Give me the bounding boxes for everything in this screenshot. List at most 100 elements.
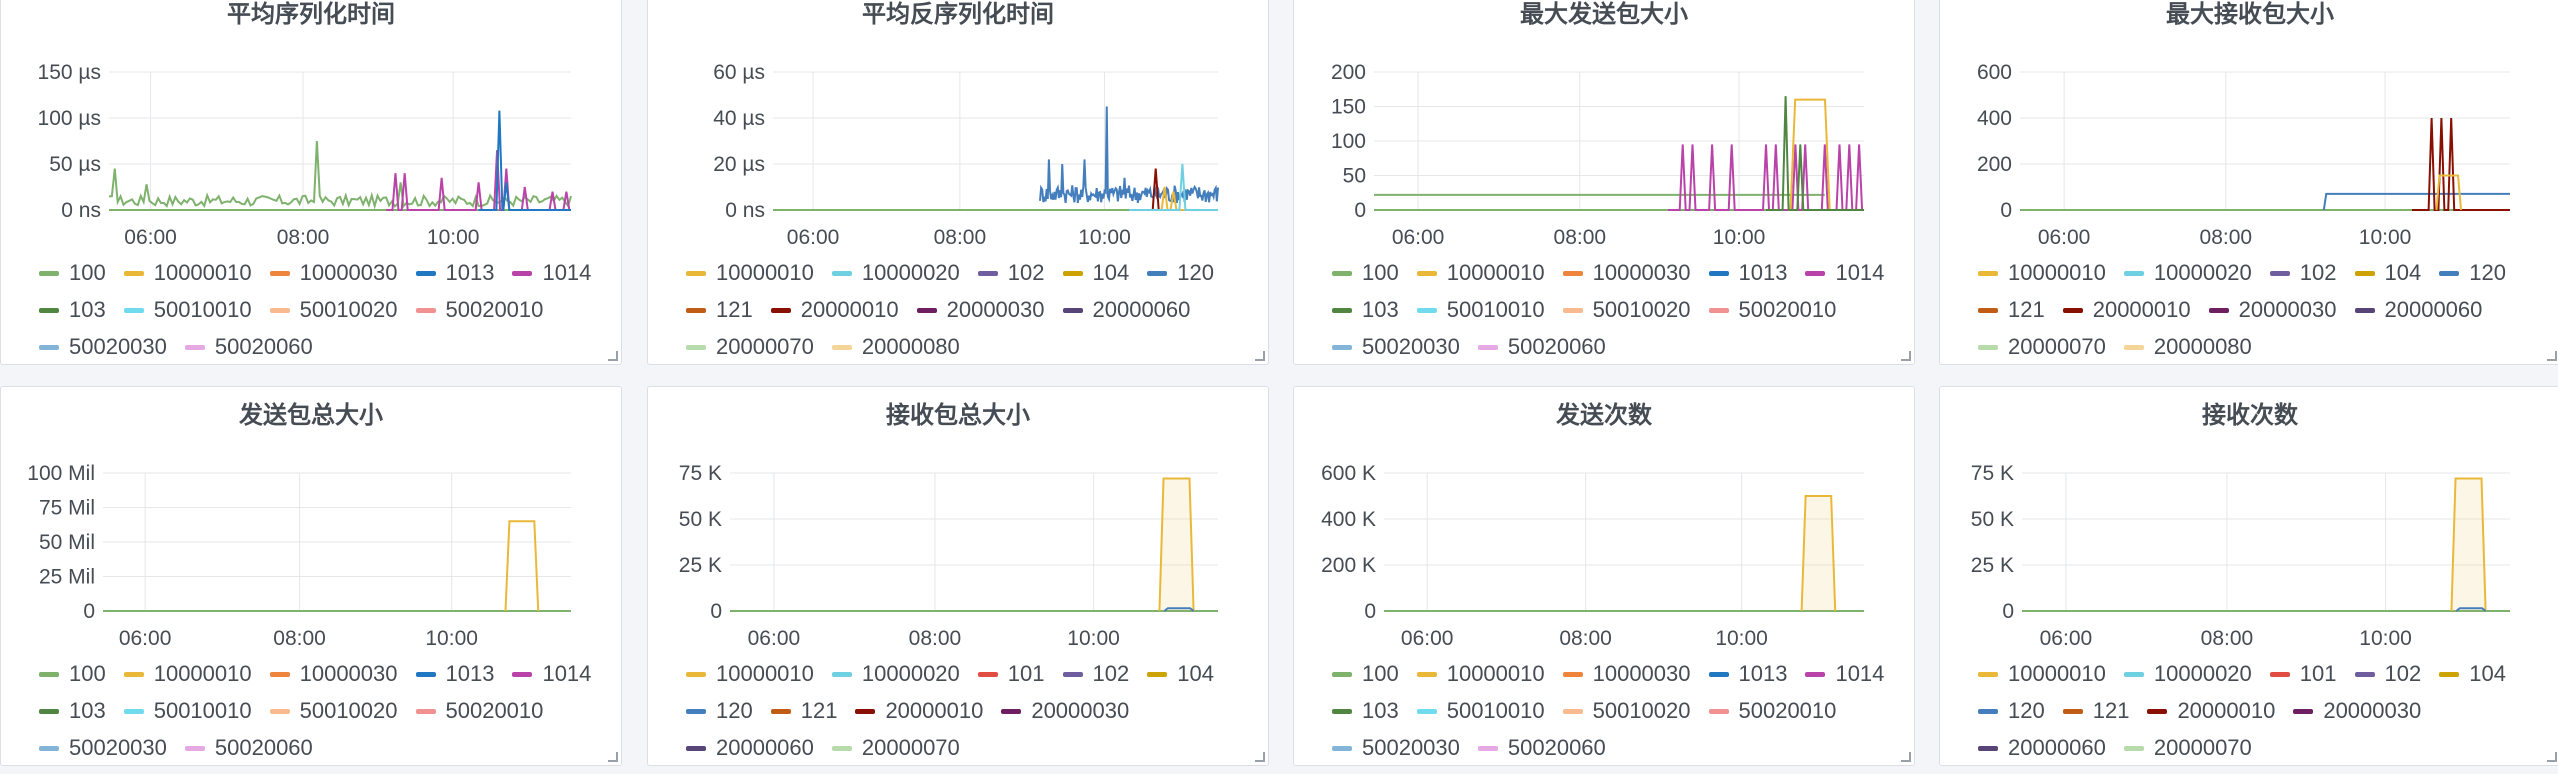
resize-handle[interactable] bbox=[2547, 351, 2557, 361]
legend-item[interactable]: 101 bbox=[977, 655, 1045, 692]
legend-item[interactable]: 100 bbox=[1332, 655, 1399, 692]
legend-item[interactable]: 50010020 bbox=[269, 692, 398, 729]
legend-item[interactable]: 10000010 bbox=[1978, 254, 2106, 291]
legend-item[interactable]: 10000020 bbox=[2123, 655, 2252, 692]
legend-item[interactable]: 104 bbox=[2439, 655, 2506, 692]
legend-item[interactable]: 103 bbox=[39, 692, 106, 729]
panel[interactable]: 接收次数 75 K 50 K 25 K 0 06:00 08:00 10:00 10000010… bbox=[1939, 386, 2558, 766]
resize-handle[interactable] bbox=[1901, 351, 1911, 361]
panel[interactable]: 最大接收包大小 600 400 200 0 06:00 08:00 10:00 10000010… bbox=[1939, 0, 2558, 365]
resize-handle[interactable] bbox=[1255, 351, 1265, 361]
resize-handle[interactable] bbox=[608, 351, 618, 361]
legend-item[interactable]: 104 bbox=[1147, 655, 1214, 692]
legend-item[interactable]: 121 bbox=[686, 291, 753, 328]
legend-item[interactable]: 120 bbox=[2439, 254, 2506, 291]
legend-item[interactable]: 50020060 bbox=[1477, 328, 1606, 364]
legend-item[interactable]: 103 bbox=[1332, 291, 1399, 328]
legend-item[interactable]: 10000010 bbox=[123, 254, 252, 291]
panel[interactable]: 平均反序列化时间 60 µs 40 µs 20 µs 0 ns 06:00 08:00 10:… bbox=[647, 0, 1269, 365]
legend-item[interactable]: 50020010 bbox=[1708, 692, 1836, 729]
legend-item[interactable]: 10000020 bbox=[831, 254, 960, 291]
legend-item[interactable]: 120 bbox=[686, 692, 753, 729]
legend-item[interactable]: 50020030 bbox=[39, 729, 167, 765]
legend-item[interactable]: 121 bbox=[1978, 291, 2045, 328]
legend-item[interactable]: 20000060 bbox=[686, 729, 814, 765]
legend-item[interactable]: 50020010 bbox=[415, 692, 543, 729]
legend-item[interactable]: 104 bbox=[1062, 254, 1129, 291]
legend-item[interactable]: 10000010 bbox=[1978, 655, 2106, 692]
panel[interactable]: 最大发送包大小 200 150 100 50 0 06:00 08:00 10:00 100 100… bbox=[1293, 0, 1915, 365]
legend-item[interactable]: 10000010 bbox=[686, 254, 814, 291]
legend-item[interactable]: 20000030 bbox=[1001, 692, 1129, 729]
legend-item[interactable]: 121 bbox=[2062, 692, 2129, 729]
legend-item[interactable]: 50010020 bbox=[1562, 291, 1691, 328]
legend-item[interactable]: 1013 bbox=[415, 655, 494, 692]
legend-item[interactable]: 50020060 bbox=[1477, 729, 1606, 765]
legend-item[interactable]: 20000070 bbox=[831, 729, 960, 765]
legend-item[interactable]: 10000030 bbox=[1562, 254, 1691, 291]
legend-item[interactable]: 10000010 bbox=[1416, 655, 1545, 692]
legend-item[interactable]: 50010010 bbox=[1416, 291, 1545, 328]
legend-item[interactable]: 50020060 bbox=[184, 729, 313, 765]
legend-item[interactable]: 1014 bbox=[512, 254, 591, 291]
legend-item[interactable]: 1014 bbox=[1805, 655, 1884, 692]
legend-item[interactable]: 10000030 bbox=[269, 254, 398, 291]
legend-item[interactable]: 50010020 bbox=[269, 291, 398, 328]
legend-item[interactable]: 120 bbox=[1978, 692, 2045, 729]
legend-item[interactable]: 20000080 bbox=[831, 328, 960, 364]
resize-handle[interactable] bbox=[1901, 752, 1911, 762]
legend-item[interactable]: 1013 bbox=[1708, 254, 1787, 291]
legend-item[interactable]: 102 bbox=[977, 254, 1045, 291]
legend-item[interactable]: 103 bbox=[39, 291, 106, 328]
legend-item[interactable]: 100 bbox=[39, 655, 106, 692]
legend-item[interactable]: 100 bbox=[1332, 254, 1399, 291]
legend-item[interactable]: 20000010 bbox=[770, 291, 899, 328]
legend-item[interactable]: 50010010 bbox=[123, 291, 252, 328]
legend-item[interactable]: 10000010 bbox=[123, 655, 252, 692]
legend-item[interactable]: 50020010 bbox=[415, 291, 543, 328]
legend-item[interactable]: 20000030 bbox=[2208, 291, 2337, 328]
legend-item[interactable]: 1013 bbox=[415, 254, 494, 291]
legend-item[interactable]: 50010010 bbox=[1416, 692, 1545, 729]
legend-item[interactable]: 120 bbox=[1147, 254, 1214, 291]
legend-item[interactable]: 50020060 bbox=[184, 328, 313, 364]
legend-item[interactable]: 102 bbox=[2354, 655, 2421, 692]
legend-item[interactable]: 10000020 bbox=[831, 655, 960, 692]
legend-item[interactable]: 20000030 bbox=[2293, 692, 2421, 729]
panel[interactable]: 接收包总大小 75 K 50 K 25 K 0 06:00 08:00 10:00 100000… bbox=[647, 386, 1269, 766]
legend-item[interactable]: 20000060 bbox=[1062, 291, 1190, 328]
panel[interactable]: 发送包总大小 100 Mil 75 Mil 50 Mil 25 Mil 0 06:00 08:… bbox=[0, 386, 622, 766]
legend-item[interactable]: 20000070 bbox=[686, 328, 814, 364]
legend-item[interactable]: 20000070 bbox=[1978, 328, 2106, 364]
legend-item[interactable]: 50010020 bbox=[1562, 692, 1691, 729]
panel[interactable]: 平均序列化时间 150 µs 100 µs 50 µs 0 ns 06:00 08:00 10… bbox=[0, 0, 622, 365]
legend-item[interactable]: 20000010 bbox=[2062, 291, 2191, 328]
legend-item[interactable]: 50020030 bbox=[1332, 328, 1460, 364]
resize-handle[interactable] bbox=[608, 752, 618, 762]
legend-item[interactable]: 104 bbox=[2354, 254, 2421, 291]
legend-item[interactable]: 100 bbox=[39, 254, 106, 291]
legend-item[interactable]: 20000060 bbox=[2354, 291, 2482, 328]
legend-item[interactable]: 50020010 bbox=[1708, 291, 1836, 328]
legend-item[interactable]: 1013 bbox=[1708, 655, 1787, 692]
legend-item[interactable]: 20000030 bbox=[916, 291, 1045, 328]
legend-item[interactable]: 10000030 bbox=[1562, 655, 1691, 692]
legend-item[interactable]: 10000020 bbox=[2123, 254, 2252, 291]
legend-item[interactable]: 10000030 bbox=[269, 655, 398, 692]
legend-item[interactable]: 50010010 bbox=[123, 692, 252, 729]
legend-item[interactable]: 50020030 bbox=[1332, 729, 1460, 765]
legend-item[interactable]: 102 bbox=[1062, 655, 1129, 692]
resize-handle[interactable] bbox=[2547, 752, 2557, 762]
legend-item[interactable]: 50020030 bbox=[39, 328, 167, 364]
legend-item[interactable]: 1014 bbox=[512, 655, 591, 692]
legend-item[interactable]: 101 bbox=[2269, 655, 2337, 692]
legend-item[interactable]: 20000060 bbox=[1978, 729, 2106, 765]
legend-item[interactable]: 121 bbox=[770, 692, 837, 729]
legend-item[interactable]: 10000010 bbox=[686, 655, 814, 692]
legend-item[interactable]: 10000010 bbox=[1416, 254, 1545, 291]
panel[interactable]: 发送次数 600 K 400 K 200 K 0 06:00 08:00 10:00 100 10… bbox=[1293, 386, 1915, 766]
resize-handle[interactable] bbox=[1255, 752, 1265, 762]
legend-item[interactable]: 1014 bbox=[1805, 254, 1884, 291]
legend-item[interactable]: 102 bbox=[2269, 254, 2337, 291]
legend-item[interactable]: 103 bbox=[1332, 692, 1399, 729]
